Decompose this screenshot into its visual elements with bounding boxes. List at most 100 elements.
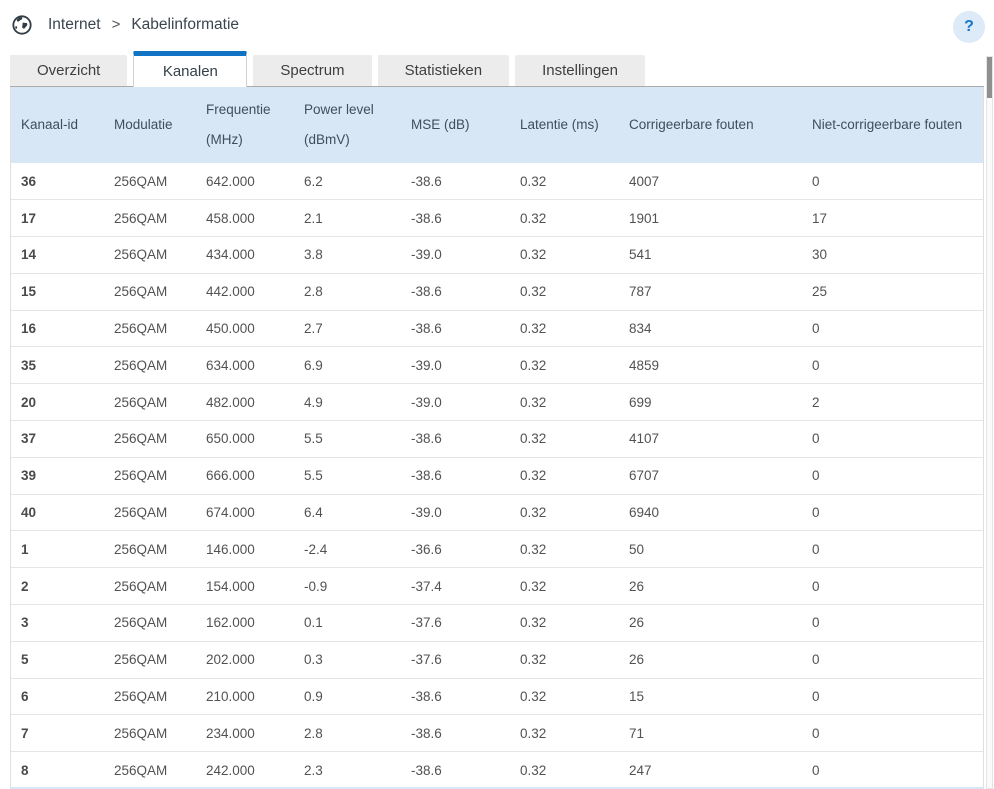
table-cell: 450.000 (196, 310, 294, 347)
column-header: Kanaal-id (11, 87, 104, 163)
breadcrumb-item-internet[interactable]: Internet (48, 16, 101, 34)
table-cell: 4.9 (294, 384, 401, 421)
table-cell: 2.8 (294, 715, 401, 752)
table-cell: 256QAM (104, 273, 196, 310)
table-cell: -37.6 (401, 641, 510, 678)
table-cell: 2.7 (294, 310, 401, 347)
table-cell: 0.32 (510, 163, 619, 200)
table-cell: 1901 (619, 200, 802, 237)
table-cell: 834 (619, 310, 802, 347)
table-cell: 40 (11, 494, 104, 531)
table-cell: 0.32 (510, 457, 619, 494)
table-cell: 634.000 (196, 347, 294, 384)
table-cell: 0 (802, 421, 983, 458)
table-cell: 0.32 (510, 531, 619, 568)
table-cell: 787 (619, 273, 802, 310)
column-header: Frequentie(MHz) (196, 87, 294, 163)
table-cell: 14 (11, 237, 104, 274)
tab-statistieken[interactable]: Statistieken (378, 55, 510, 86)
table-cell: 6.4 (294, 494, 401, 531)
table-cell: 4859 (619, 347, 802, 384)
column-header-line: Corrigeerbare fouten (629, 110, 798, 140)
table-cell: 0.32 (510, 384, 619, 421)
table-cell: 256QAM (104, 494, 196, 531)
table-cell: 3.8 (294, 237, 401, 274)
table-cell: 674.000 (196, 494, 294, 531)
table-cell: 17 (11, 200, 104, 237)
table-cell: 256QAM (104, 678, 196, 715)
table-cell: 0.32 (510, 421, 619, 458)
help-button[interactable]: ? (953, 11, 985, 43)
column-header-line: Latentie (ms) (520, 110, 615, 140)
table-cell: 2.8 (294, 273, 401, 310)
table-cell: -2.4 (294, 531, 401, 568)
breadcrumb-bar: Internet > Kabelinformatie (0, 0, 994, 55)
table-row: 35256QAM634.0006.9-39.00.3248590 (11, 347, 983, 384)
table-cell: 0.9 (294, 678, 401, 715)
table-cell: 4107 (619, 421, 802, 458)
table-cell: 26 (619, 568, 802, 605)
table-cell: 458.000 (196, 200, 294, 237)
table-cell: 3 (11, 605, 104, 642)
column-header-line: Modulatie (114, 110, 192, 140)
table-cell: -38.6 (401, 200, 510, 237)
table-cell: 0 (802, 310, 983, 347)
tab-kanalen[interactable]: Kanalen (133, 51, 247, 87)
table-cell: 256QAM (104, 605, 196, 642)
table-cell: 256QAM (104, 237, 196, 274)
table-cell: 6 (11, 678, 104, 715)
table-cell: 0.32 (510, 347, 619, 384)
table-cell: 0.32 (510, 568, 619, 605)
globe-icon (12, 15, 32, 35)
table-cell: -38.6 (401, 752, 510, 789)
table-cell: 2 (11, 568, 104, 605)
table-cell: 202.000 (196, 641, 294, 678)
table-cell: 6.2 (294, 163, 401, 200)
table-cell: 256QAM (104, 457, 196, 494)
vertical-scrollbar[interactable] (986, 56, 993, 789)
table-row: 40256QAM674.0006.4-39.00.3269400 (11, 494, 983, 531)
table-cell: 0 (802, 531, 983, 568)
tab-overzicht[interactable]: Overzicht (10, 55, 127, 86)
table-body: 36256QAM642.0006.2-38.60.324007017256QAM… (11, 163, 983, 789)
table-cell: 256QAM (104, 384, 196, 421)
table-cell: 0.32 (510, 752, 619, 789)
table-cell: 17 (802, 200, 983, 237)
table-cell: -37.6 (401, 605, 510, 642)
table-cell: 2 (802, 384, 983, 421)
table-cell: 8 (11, 752, 104, 789)
table-cell: 0 (802, 347, 983, 384)
table-cell: -37.4 (401, 568, 510, 605)
table-cell: 7 (11, 715, 104, 752)
column-header: MSE (dB) (401, 87, 510, 163)
breadcrumb-separator-icon: > (112, 16, 121, 33)
table-cell: 15 (11, 273, 104, 310)
table-cell: 5.5 (294, 457, 401, 494)
table-row: 2256QAM154.000-0.9-37.40.32260 (11, 568, 983, 605)
tab-instellingen[interactable]: Instellingen (515, 55, 645, 86)
table-cell: 5.5 (294, 421, 401, 458)
column-header: Latentie (ms) (510, 87, 619, 163)
table-cell: -38.6 (401, 457, 510, 494)
table-cell: 256QAM (104, 347, 196, 384)
table-cell: 0.1 (294, 605, 401, 642)
table-header-row: Kanaal-idModulatieFrequentie(MHz)Power l… (11, 87, 983, 163)
table-cell: 482.000 (196, 384, 294, 421)
table-cell: 256QAM (104, 421, 196, 458)
table-cell: -39.0 (401, 494, 510, 531)
tab-spectrum[interactable]: Spectrum (253, 55, 371, 86)
scrollbar-thumb[interactable] (987, 57, 992, 98)
table-cell: 0.32 (510, 641, 619, 678)
table-row: 3256QAM162.0000.1-37.60.32260 (11, 605, 983, 642)
table-cell: 442.000 (196, 273, 294, 310)
table-cell: 256QAM (104, 163, 196, 200)
table-cell: 0.32 (510, 678, 619, 715)
table-row: 5256QAM202.0000.3-37.60.32260 (11, 641, 983, 678)
table-cell: 4007 (619, 163, 802, 200)
table-cell: 6707 (619, 457, 802, 494)
table-cell: 2.3 (294, 752, 401, 789)
table-cell: 25 (802, 273, 983, 310)
column-header-line: (dBmV) (304, 125, 397, 155)
table-cell: 256QAM (104, 531, 196, 568)
table-cell: 162.000 (196, 605, 294, 642)
